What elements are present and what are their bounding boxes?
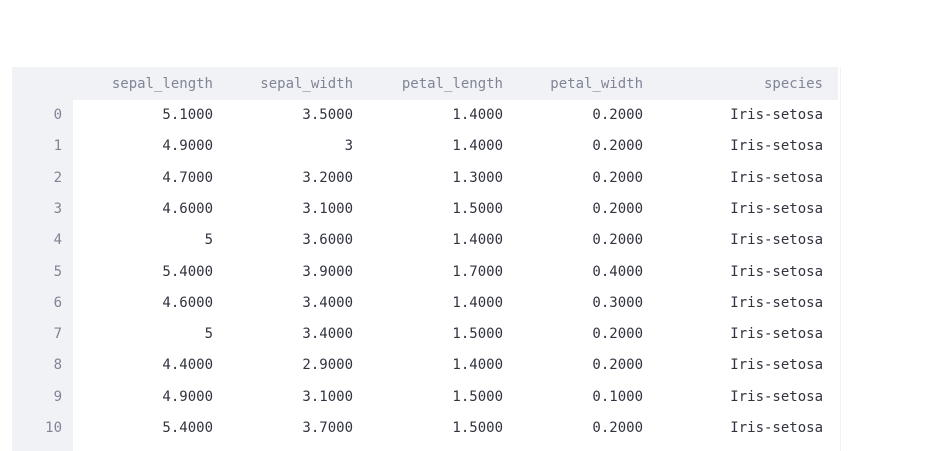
table-cell[interactable]: Iris-setosa <box>643 350 823 381</box>
table-cell[interactable]: Iris-setosa <box>643 131 823 162</box>
table-cell[interactable]: Iris-setosa <box>643 288 823 319</box>
table-cell[interactable]: 5.4000 <box>73 257 213 288</box>
table-cell[interactable]: 1.5000 <box>353 382 503 413</box>
table-cell[interactable]: 4.9000 <box>73 131 213 162</box>
table-cell[interactable]: 0.2000 <box>503 225 643 256</box>
row-index: 0 <box>53 107 62 123</box>
table-cell[interactable]: 3.6000 <box>213 225 353 256</box>
column-header-species[interactable]: species <box>643 69 823 100</box>
row-index: 6 <box>53 295 62 311</box>
table-cell[interactable]: Iris-setosa <box>643 413 823 444</box>
table-cell[interactable]: 0.2000 <box>503 319 643 350</box>
table-cell[interactable]: 3.4000 <box>213 288 353 319</box>
column-header-petal-width[interactable]: petal_width <box>503 69 643 100</box>
table-cell[interactable]: 0.2000 <box>503 194 643 225</box>
dataframe[interactable]: sepal_length sepal_width petal_length petal… <box>12 67 841 451</box>
row-index: 4 <box>53 232 62 248</box>
table-cell[interactable]: 1.3000 <box>353 163 503 194</box>
table-cell[interactable]: 0.2000 <box>503 131 643 162</box>
table-cell[interactable]: Iris-setosa <box>643 163 823 194</box>
table-cell[interactable]: 1.5000 <box>353 194 503 225</box>
table-cell[interactable]: 5 <box>73 319 213 350</box>
table-cell[interactable]: 1.4000 <box>353 100 503 131</box>
table-cell[interactable]: Iris-setosa <box>643 100 823 131</box>
table-cell[interactable]: 4.7000 <box>73 163 213 194</box>
table-cell[interactable]: 1.5000 <box>353 413 503 444</box>
table-cell[interactable]: 0.2000 <box>503 100 643 131</box>
table-cell[interactable]: 5 <box>73 225 213 256</box>
row-index: 3 <box>53 201 62 217</box>
table-cell[interactable]: Iris-setosa <box>643 319 823 350</box>
table-cell[interactable]: 3.1000 <box>213 194 353 225</box>
row-index: 1 <box>53 138 62 154</box>
table-cell[interactable]: 4.6000 <box>73 194 213 225</box>
row-index: 2 <box>53 170 62 186</box>
table-cell[interactable]: Iris-setosa <box>643 194 823 225</box>
table-cell[interactable]: 0.2000 <box>503 350 643 381</box>
table-cell[interactable]: 1.7000 <box>353 257 503 288</box>
table-cell[interactable]: 0.3000 <box>503 288 643 319</box>
table-cell[interactable]: 1.4000 <box>353 225 503 256</box>
table-cell[interactable]: 0.4000 <box>503 257 643 288</box>
row-index: 9 <box>53 389 62 405</box>
table-cell[interactable]: 3 <box>213 131 353 162</box>
table-cell[interactable]: 4.4000 <box>73 350 213 381</box>
row-index: 7 <box>53 326 62 342</box>
table-cell[interactable]: 3.2000 <box>213 163 353 194</box>
table-cell[interactable]: 1.5000 <box>353 319 503 350</box>
row-index: 5 <box>53 264 62 280</box>
row-index: 10 <box>45 420 62 436</box>
table-cell[interactable]: 3.7000 <box>213 413 353 444</box>
column-header-petal-length[interactable]: petal_length <box>353 69 503 100</box>
table-cell[interactable]: 2.9000 <box>213 350 353 381</box>
table-cell[interactable]: Iris-setosa <box>643 382 823 413</box>
column-header-sepal-length[interactable]: sepal_length <box>73 69 213 100</box>
table-cell[interactable]: 0.2000 <box>503 163 643 194</box>
table-cell[interactable]: 1.4000 <box>353 350 503 381</box>
row-index: 8 <box>53 357 62 373</box>
table-cell[interactable]: 0.2000 <box>503 413 643 444</box>
column-header-sepal-width[interactable]: sepal_width <box>213 69 353 100</box>
table-cell[interactable]: Iris-setosa <box>643 225 823 256</box>
table-cell[interactable]: 3.5000 <box>213 100 353 131</box>
table-cell[interactable]: 4.6000 <box>73 288 213 319</box>
table-cell[interactable]: 5.1000 <box>73 100 213 131</box>
table-cell[interactable]: 5.4000 <box>73 413 213 444</box>
table-cell[interactable]: 3.4000 <box>213 319 353 350</box>
table-cell[interactable]: 4.9000 <box>73 382 213 413</box>
table-cell[interactable]: 3.9000 <box>213 257 353 288</box>
table-cell[interactable]: 3.1000 <box>213 382 353 413</box>
table-cell[interactable]: Iris-setosa <box>643 257 823 288</box>
table-cell[interactable]: 1.4000 <box>353 131 503 162</box>
table-cell[interactable]: 0.1000 <box>503 382 643 413</box>
table-cell[interactable]: 1.4000 <box>353 288 503 319</box>
